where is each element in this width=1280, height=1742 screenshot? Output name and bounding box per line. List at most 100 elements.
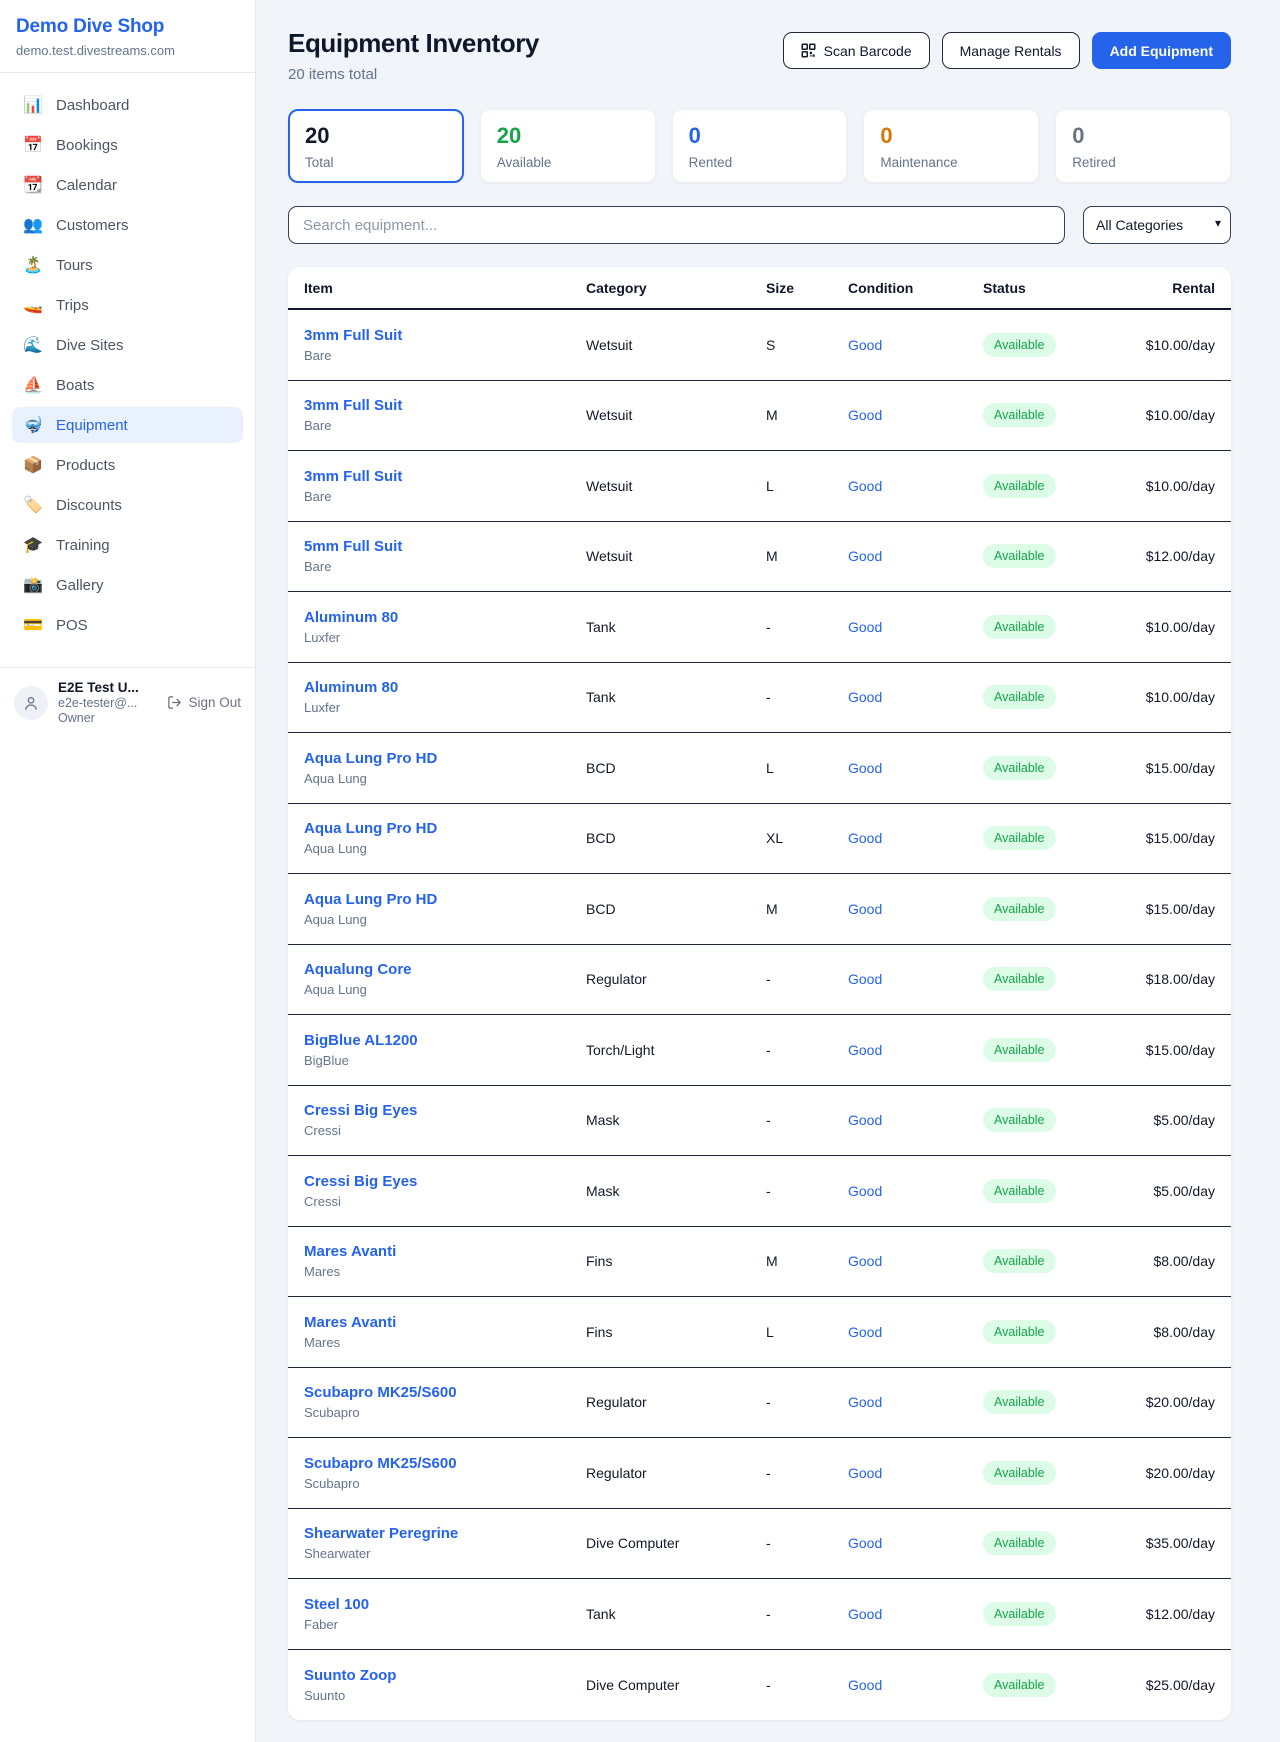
item-condition-link[interactable]: Good xyxy=(848,971,983,987)
table-row[interactable]: Aqua Lung Pro HD Aqua Lung BCD XL Good A… xyxy=(288,804,1231,875)
item-condition-link[interactable]: Good xyxy=(848,1183,983,1199)
table-row[interactable]: Scubapro MK25/S600 Scubapro Regulator - … xyxy=(288,1438,1231,1509)
sidebar-nav-item[interactable]: 🏝️ Tours xyxy=(12,247,243,283)
stat-card[interactable]: 0 Maintenance xyxy=(863,109,1039,183)
table-row[interactable]: BigBlue AL1200 BigBlue Torch/Light - Goo… xyxy=(288,1015,1231,1086)
item-name-link[interactable]: 3mm Full Suit xyxy=(304,468,586,485)
table-row[interactable]: Aluminum 80 Luxfer Tank - Good Available… xyxy=(288,663,1231,734)
table-row[interactable]: Mares Avanti Mares Fins M Good Available… xyxy=(288,1227,1231,1298)
item-condition-link[interactable]: Good xyxy=(848,548,983,564)
search-input[interactable] xyxy=(288,206,1065,244)
page-title: Equipment Inventory xyxy=(288,28,539,59)
item-condition-link[interactable]: Good xyxy=(848,1606,983,1622)
category-filter[interactable]: All Categories xyxy=(1083,206,1231,244)
item-condition-link[interactable]: Good xyxy=(848,1042,983,1058)
item-name-link[interactable]: Scubapro MK25/S600 xyxy=(304,1384,586,1401)
item-name-link[interactable]: Steel 100 xyxy=(304,1596,586,1613)
table-row[interactable]: Aqua Lung Pro HD Aqua Lung BCD M Good Av… xyxy=(288,874,1231,945)
item-name-link[interactable]: Aqua Lung Pro HD xyxy=(304,750,586,767)
item-condition-link[interactable]: Good xyxy=(848,1465,983,1481)
table-row[interactable]: Cressi Big Eyes Cressi Mask - Good Avail… xyxy=(288,1156,1231,1227)
sign-out-button[interactable]: Sign Out xyxy=(167,695,241,710)
table-row[interactable]: 3mm Full Suit Bare Wetsuit S Good Availa… xyxy=(288,310,1231,381)
brand-title[interactable]: Demo Dive Shop xyxy=(16,16,239,38)
sidebar-nav-item[interactable]: 📦 Products xyxy=(12,447,243,483)
item-condition-link[interactable]: Good xyxy=(848,1324,983,1340)
item-condition-link[interactable]: Good xyxy=(848,478,983,494)
sidebar-nav-item[interactable]: 🏷️ Discounts xyxy=(12,487,243,523)
sidebar-nav-item[interactable]: 🚤 Trips xyxy=(12,287,243,323)
item-condition-link[interactable]: Good xyxy=(848,830,983,846)
item-name-link[interactable]: Cressi Big Eyes xyxy=(304,1173,586,1190)
item-condition-link[interactable]: Good xyxy=(848,1112,983,1128)
table-row[interactable]: Aqua Lung Pro HD Aqua Lung BCD L Good Av… xyxy=(288,733,1231,804)
item-condition-link[interactable]: Good xyxy=(848,1535,983,1551)
item-name-link[interactable]: Cressi Big Eyes xyxy=(304,1102,586,1119)
sidebar-nav-item[interactable]: 📆 Calendar xyxy=(12,167,243,203)
sidebar-nav: 📊 Dashboard 📅 Bookings 📆 Calendar 👥 Cust… xyxy=(0,73,255,661)
item-condition-link[interactable]: Good xyxy=(848,901,983,917)
table-row[interactable]: Aqualung Core Aqua Lung Regulator - Good… xyxy=(288,945,1231,1016)
item-rental-rate: $12.00/day xyxy=(1123,548,1215,564)
item-name-link[interactable]: Scubapro MK25/S600 xyxy=(304,1455,586,1472)
item-name-link[interactable]: 5mm Full Suit xyxy=(304,538,586,555)
item-condition-link[interactable]: Good xyxy=(848,407,983,423)
table-row[interactable]: 5mm Full Suit Bare Wetsuit M Good Availa… xyxy=(288,522,1231,593)
sidebar-nav-item[interactable]: 🎓 Training xyxy=(12,527,243,563)
stat-card[interactable]: 20 Available xyxy=(480,109,656,183)
status-badge: Available xyxy=(983,1531,1056,1555)
item-name-link[interactable]: BigBlue AL1200 xyxy=(304,1032,586,1049)
item-name-link[interactable]: 3mm Full Suit xyxy=(304,397,586,414)
stat-label: Maintenance xyxy=(880,155,1022,170)
item-size: - xyxy=(766,1465,848,1481)
sidebar-nav-item[interactable]: 📸 Gallery xyxy=(12,567,243,603)
stat-card[interactable]: 0 Rented xyxy=(672,109,848,183)
item-rental-rate: $20.00/day xyxy=(1123,1394,1215,1410)
item-name-link[interactable]: Mares Avanti xyxy=(304,1314,586,1331)
manage-rentals-label: Manage Rentals xyxy=(960,43,1062,59)
table-row[interactable]: Cressi Big Eyes Cressi Mask - Good Avail… xyxy=(288,1086,1231,1157)
manage-rentals-button[interactable]: Manage Rentals xyxy=(942,32,1080,69)
item-name-link[interactable]: Suunto Zoop xyxy=(304,1667,586,1684)
item-condition-link[interactable]: Good xyxy=(848,1253,983,1269)
status-badge: Available xyxy=(983,1390,1056,1414)
stat-card[interactable]: 20 Total xyxy=(288,109,464,183)
item-name-link[interactable]: Aqua Lung Pro HD xyxy=(304,820,586,837)
sidebar-nav-item[interactable]: 🌊 Dive Sites xyxy=(12,327,243,363)
sidebar-nav-item[interactable]: 👥 Customers xyxy=(12,207,243,243)
item-name-link[interactable]: Mares Avanti xyxy=(304,1243,586,1260)
table-row[interactable]: Shearwater Peregrine Shearwater Dive Com… xyxy=(288,1509,1231,1580)
table-row[interactable]: Scubapro MK25/S600 Scubapro Regulator - … xyxy=(288,1368,1231,1439)
sidebar-nav-item[interactable]: 🤿 Equipment xyxy=(12,407,243,443)
sidebar-nav-item[interactable]: ⛵ Boats xyxy=(12,367,243,403)
table-row[interactable]: 3mm Full Suit Bare Wetsuit L Good Availa… xyxy=(288,451,1231,522)
item-name-link[interactable]: Aqualung Core xyxy=(304,961,586,978)
item-condition-link[interactable]: Good xyxy=(848,689,983,705)
sidebar-nav-item[interactable]: 📅 Bookings xyxy=(12,127,243,163)
table-row[interactable]: Mares Avanti Mares Fins L Good Available… xyxy=(288,1297,1231,1368)
item-name-link[interactable]: Aqua Lung Pro HD xyxy=(304,891,586,908)
nav-item-icon: 🌊 xyxy=(22,335,44,355)
item-name-link[interactable]: Aluminum 80 xyxy=(304,609,586,626)
col-rental: Rental xyxy=(1123,280,1215,296)
item-name-link[interactable]: 3mm Full Suit xyxy=(304,327,586,344)
scan-barcode-button[interactable]: Scan Barcode xyxy=(783,32,930,69)
item-condition-link[interactable]: Good xyxy=(848,1677,983,1693)
item-name-link[interactable]: Shearwater Peregrine xyxy=(304,1525,586,1542)
item-condition-link[interactable]: Good xyxy=(848,619,983,635)
item-category: Tank xyxy=(586,619,766,635)
sidebar-nav-item[interactable]: 📊 Dashboard xyxy=(12,87,243,123)
table-row[interactable]: Aluminum 80 Luxfer Tank - Good Available… xyxy=(288,592,1231,663)
sidebar-nav-item[interactable]: 💳 POS xyxy=(12,607,243,643)
stat-card[interactable]: 0 Retired xyxy=(1055,109,1231,183)
item-name-link[interactable]: Aluminum 80 xyxy=(304,679,586,696)
item-condition-link[interactable]: Good xyxy=(848,760,983,776)
table-row[interactable]: Suunto Zoop Suunto Dive Computer - Good … xyxy=(288,1650,1231,1721)
item-condition-link[interactable]: Good xyxy=(848,337,983,353)
table-row[interactable]: Steel 100 Faber Tank - Good Available $1… xyxy=(288,1579,1231,1650)
item-condition-link[interactable]: Good xyxy=(848,1394,983,1410)
item-brand: Suunto xyxy=(304,1688,586,1703)
item-category: Wetsuit xyxy=(586,478,766,494)
table-row[interactable]: 3mm Full Suit Bare Wetsuit M Good Availa… xyxy=(288,381,1231,452)
add-equipment-button[interactable]: Add Equipment xyxy=(1092,32,1231,69)
